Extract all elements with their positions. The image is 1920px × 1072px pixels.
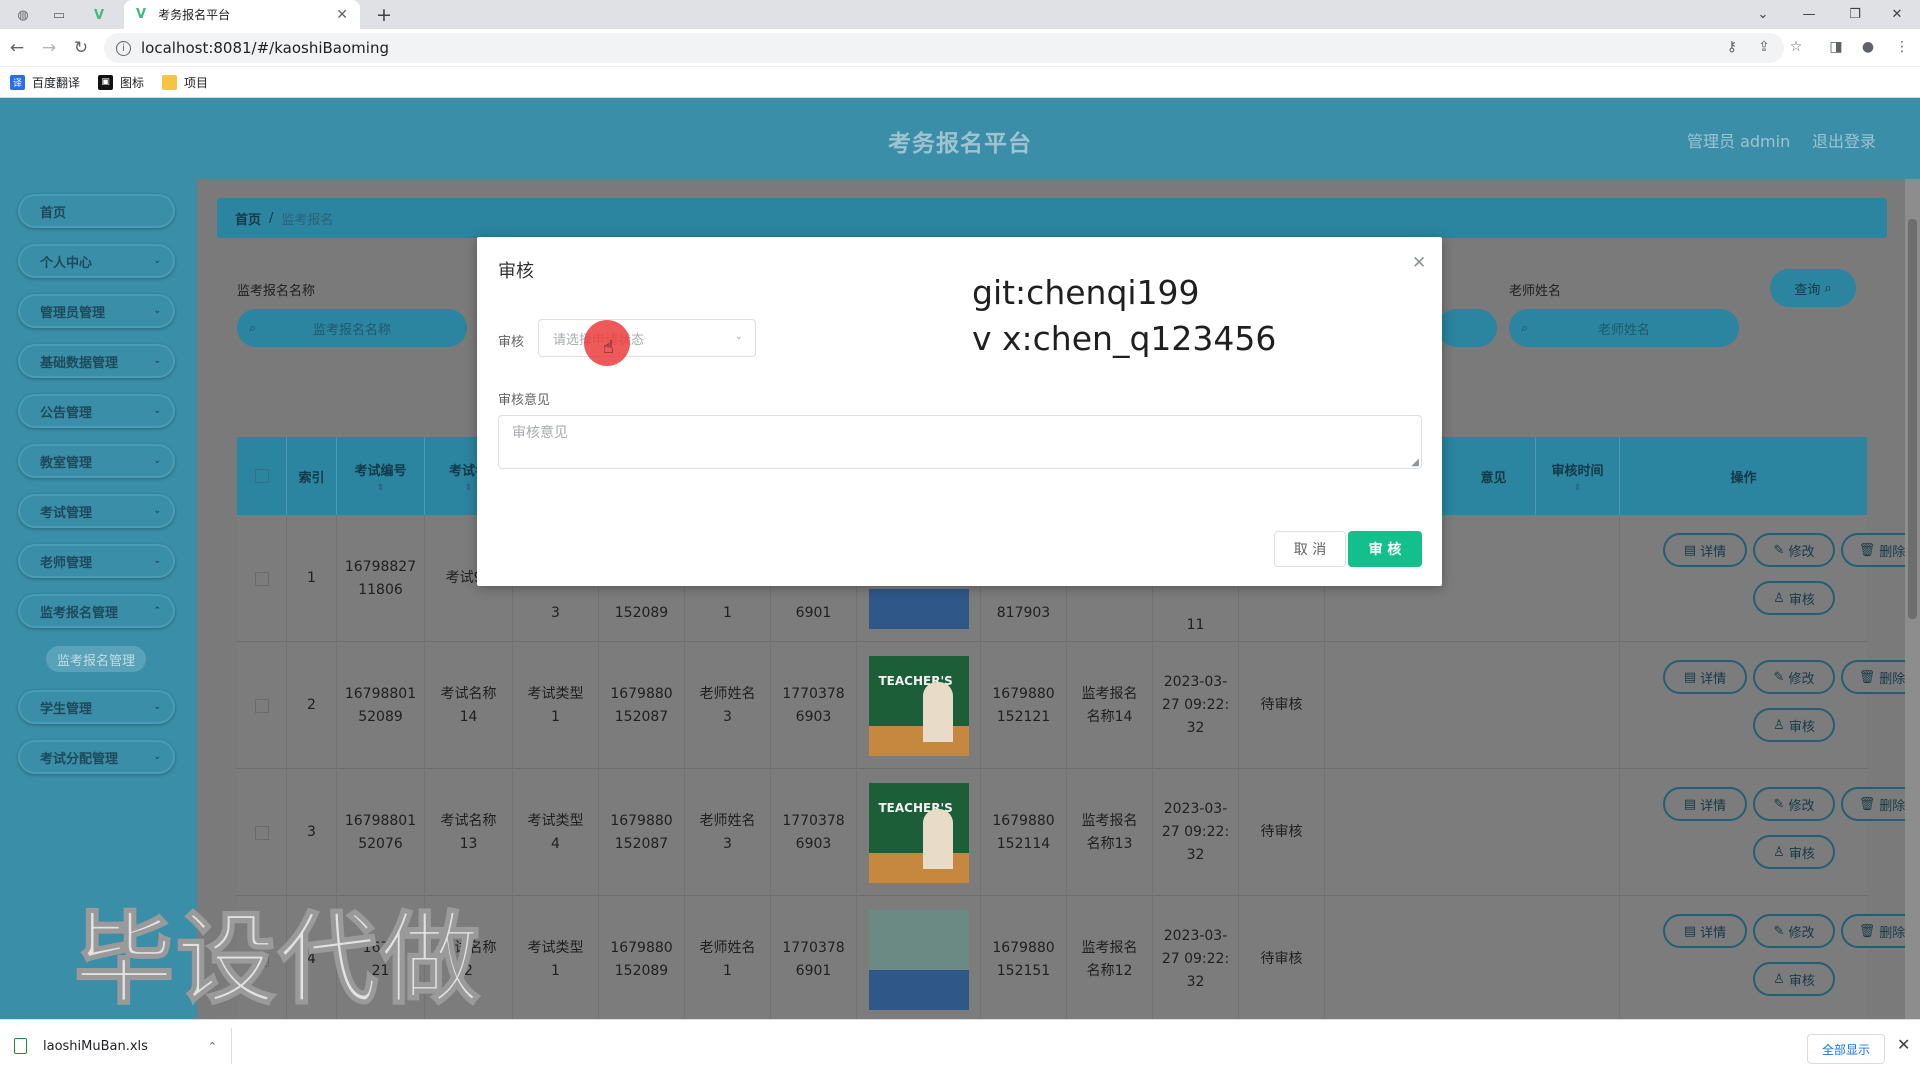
browser-tab-strip: ◍ ▭ V V 考务报名平台 ✕ + ⌄ — ❐ ✕ <box>0 0 1920 29</box>
reload-icon[interactable]: ↻ <box>70 37 92 59</box>
hand-cursor-icon: ☝ <box>603 337 614 358</box>
opinion-textarea[interactable]: 审核意见 ◢ <box>498 415 1422 469</box>
minimize-button[interactable]: — <box>1786 0 1832 29</box>
chevron-up-icon[interactable]: ⌃ <box>208 1040 217 1053</box>
menu-kebab-icon[interactable]: ⋮ <box>1890 35 1914 59</box>
new-tab-button[interactable]: + <box>372 3 396 27</box>
tab-title: 考务报名平台 <box>158 8 231 22</box>
translate-icon: 译 <box>10 74 25 90</box>
side-panel-icon[interactable]: ◨ <box>1824 35 1848 59</box>
image-icon: ▣ <box>98 74 114 90</box>
forward-icon[interactable]: → <box>38 37 60 59</box>
audit-dialog: 审核 ✕ 审核 请选择申请状态 ⌄ ☝ 审核意见 审核意见 ◢ 取 消 审 核 <box>477 237 1442 586</box>
globe-icon[interactable]: ◍ <box>8 4 38 26</box>
profile-icon[interactable]: ● <box>1856 35 1880 59</box>
back-icon[interactable]: ← <box>6 37 28 59</box>
key-icon[interactable]: ⚷ <box>1720 35 1744 59</box>
excel-file-icon <box>14 1038 27 1054</box>
audit-status-select[interactable]: 请选择申请状态 ⌄ <box>538 319 756 357</box>
url-text: localhost:8081/#/kaoshiBaoming <box>141 39 389 57</box>
bookmarks-bar: 译百度翻译 ▣ 图标 项目 <box>0 67 1920 98</box>
download-item[interactable]: laoshiMuBan.xls ⌃ <box>14 1028 232 1064</box>
download-filename: laoshiMuBan.xls <box>43 1038 148 1054</box>
chevron-down-icon: ⌄ <box>734 331 743 342</box>
resize-grip-icon[interactable]: ◢ <box>1411 457 1419 468</box>
tab-search-icon[interactable]: ⌄ <box>1740 0 1786 29</box>
show-all-downloads-button[interactable]: 全部显示 <box>1807 1034 1885 1064</box>
download-bar: laoshiMuBan.xls ⌃ 全部显示 ✕ <box>0 1019 1920 1072</box>
close-icon[interactable]: ✕ <box>1412 253 1426 273</box>
star-icon[interactable]: ☆ <box>1784 35 1808 59</box>
vue-tab-icon[interactable]: V <box>84 4 114 26</box>
close-tab-icon[interactable]: ✕ <box>336 7 348 23</box>
close-icon[interactable]: ✕ <box>1897 1035 1910 1054</box>
address-bar[interactable]: i localhost:8081/#/kaoshiBaoming <box>104 33 1784 63</box>
bookmark-baidu-translate[interactable]: 译百度翻译 <box>10 74 80 91</box>
screen: { "browser": { "tab_title": "考务报名平台", "u… <box>0 0 1920 1072</box>
pinned-tab-icon[interactable]: ▭ <box>44 4 74 26</box>
promo-watermark: 毕设代做 <box>73 900 482 1019</box>
bookmark-project[interactable]: 项目 <box>162 74 208 91</box>
cancel-button[interactable]: 取 消 <box>1274 531 1346 567</box>
opinion-label: 审核意见 <box>498 393 551 408</box>
audit-field-label: 审核 <box>498 335 525 350</box>
audit-confirm-button[interactable]: 审 核 <box>1348 531 1422 567</box>
share-icon[interactable]: ⇪ <box>1752 35 1776 59</box>
restore-button[interactable]: ❐ <box>1832 0 1878 29</box>
folder-icon <box>162 74 178 90</box>
dialog-title: 审核 <box>498 261 534 282</box>
close-window-button[interactable]: ✕ <box>1874 0 1920 29</box>
bookmark-icons[interactable]: ▣ 图标 <box>98 74 144 91</box>
vue-favicon-icon: V <box>136 7 147 22</box>
address-toolbar: ← → ↻ i localhost:8081/#/kaoshiBaoming ⚷… <box>0 29 1920 67</box>
contact-watermark: git:chenqi199 v x:chen_q123456 <box>972 273 1277 358</box>
browser-tab-active[interactable]: V 考务报名平台 ✕ <box>124 0 360 29</box>
info-icon[interactable]: i <box>116 40 131 56</box>
